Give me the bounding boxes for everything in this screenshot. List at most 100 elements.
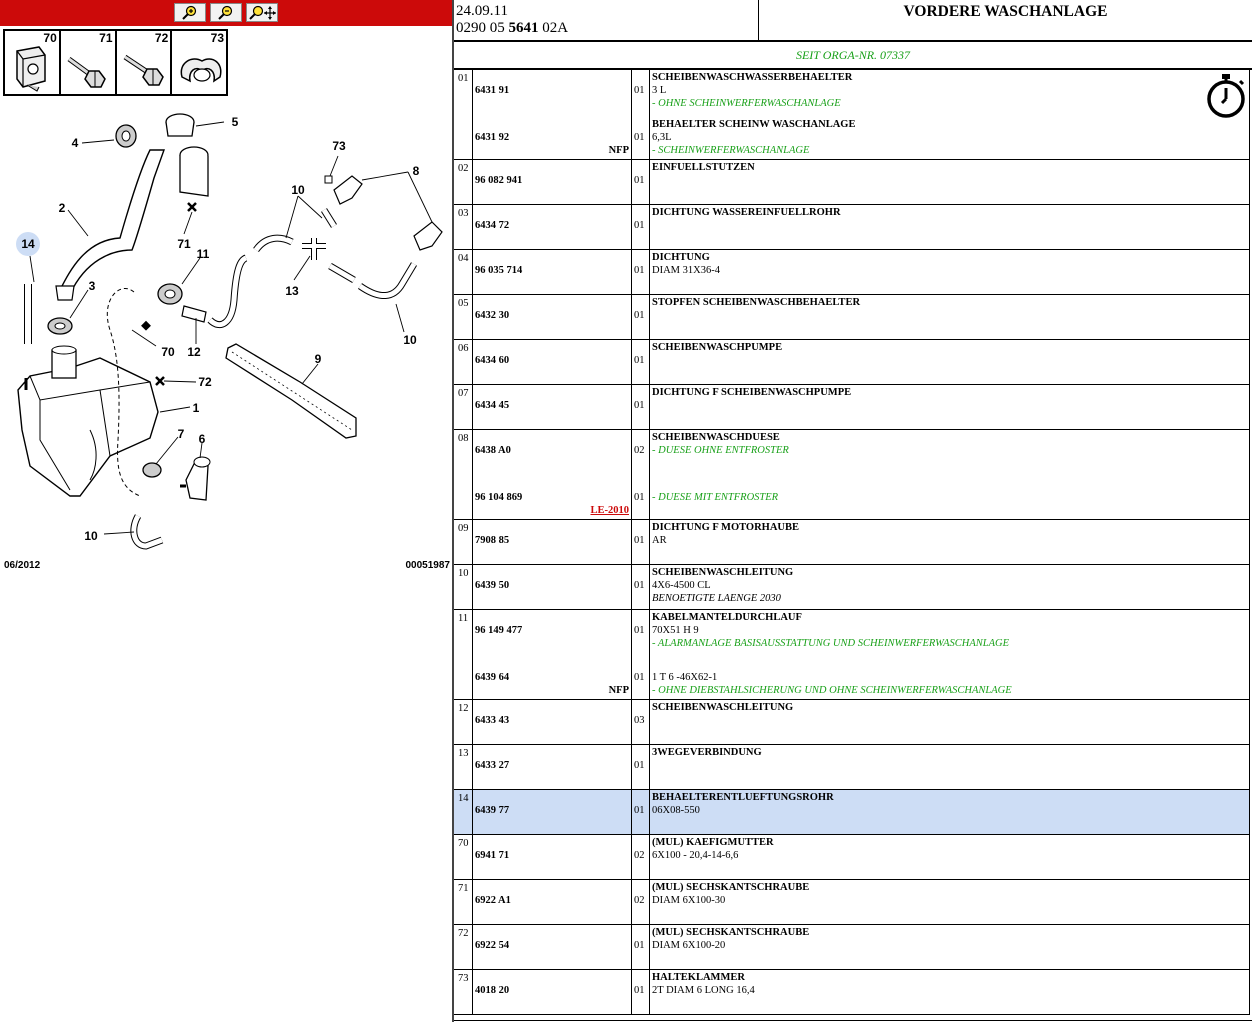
quantity: 02	[634, 445, 645, 456]
zoom-pan-button[interactable]	[246, 3, 278, 22]
description-cell: (MUL) SECHSKANTSCHRAUBE DIAM 6X100-30	[650, 880, 1249, 924]
callout-73[interactable]: 73	[332, 139, 346, 153]
callout-12[interactable]: 12	[187, 345, 201, 359]
part-row[interactable]: 06 6434 60 01 SCHEIBENWASCHPUMPE	[454, 340, 1250, 385]
accessory-71[interactable]: 71	[61, 31, 117, 94]
qty-cell: 01	[632, 205, 650, 249]
part-number-link[interactable]: 96 082 941	[475, 175, 522, 186]
part-number-link[interactable]: 6433 27	[475, 760, 509, 771]
part-number-link[interactable]: 6431 92	[475, 132, 509, 143]
callout-2[interactable]: 2	[59, 201, 66, 215]
part-number-link[interactable]: 6434 45	[475, 400, 509, 411]
nfp-tag: NFP	[608, 145, 629, 156]
callout-4[interactable]: 4	[72, 136, 79, 150]
accessory-72[interactable]: 72	[117, 31, 173, 94]
qty-cell: 01	[632, 565, 650, 609]
part-row[interactable]: 09 7908 85 01 DICHTUNG F MOTORHAUBE AR	[454, 520, 1250, 565]
part-number-link[interactable]: 4018 20	[475, 985, 509, 996]
part-number-link[interactable]: 6433 43	[475, 715, 509, 726]
callout-14[interactable]: 14	[21, 237, 35, 251]
callout-71[interactable]: 71	[177, 237, 191, 251]
callout-10[interactable]: 10	[84, 529, 98, 543]
callout-3[interactable]: 3	[89, 279, 96, 293]
callout-6[interactable]: 6	[199, 432, 206, 446]
part-ref-cell: 6922 A1	[473, 880, 632, 924]
part-number-link[interactable]: 6431 91	[475, 85, 509, 96]
part-row[interactable]: 10 6439 50 01 SCHEIBENWASCHLEITUNG 4X6-4500 …	[454, 565, 1250, 610]
part-row[interactable]: 03 6434 72 01 DICHTUNG WASSEREINFUELLROHR	[454, 205, 1250, 250]
part-number-link[interactable]: 6439 77	[475, 805, 509, 816]
part-row[interactable]: 11 96 149 477 6439 64 NFP 01 01 KABELMANTELDUR…	[454, 610, 1250, 700]
row-index-cell: 07	[454, 385, 473, 429]
callout-13[interactable]: 13	[285, 284, 299, 298]
part-detail: 3 L	[652, 85, 667, 96]
part-row[interactable]: 07 6434 45 01 DICHTUNG F SCHEIBENWASCHPUMPE	[454, 385, 1250, 430]
part-row[interactable]: 71 6922 A1 02 (MUL) SECHSKANTSCHRAUBE DIAM 6…	[454, 880, 1250, 925]
row-index-cell: 73	[454, 970, 473, 1014]
part-number-link[interactable]: 96 149 477	[475, 625, 522, 636]
callout-1[interactable]: 1	[193, 401, 200, 415]
accessory-73[interactable]: 73	[172, 31, 226, 94]
part-detail: 2T DIAM 6 LONG 16,4	[652, 985, 755, 996]
part-number-link[interactable]: 6434 72	[475, 220, 509, 231]
description-cell: DICHTUNG DIAM 31X36-4	[650, 250, 1249, 294]
stopwatch-icon[interactable]	[1204, 72, 1248, 120]
part-number-link[interactable]: 6438 A0	[475, 445, 511, 456]
part-number-link[interactable]: 96 104 869	[475, 492, 522, 503]
part-row[interactable]: 02 96 082 941 01 EINFUELLSTUTZEN	[454, 160, 1250, 205]
part-number-link[interactable]: 6439 64	[475, 672, 509, 683]
zoom-in-button[interactable]	[174, 3, 206, 22]
part-row[interactable]: 04 96 035 714 01 DICHTUNG DIAM 31X36-4	[454, 250, 1250, 295]
date-limit-link[interactable]: LE-2010	[590, 505, 629, 516]
callout-9[interactable]: 9	[315, 352, 322, 366]
part-detail: BENOETIGTE LAENGE 2030	[652, 593, 781, 604]
description-cell: SCHEIBENWASCHPUMPE	[650, 340, 1249, 384]
callout-11[interactable]: 11	[197, 247, 210, 261]
qty-cell: 01	[632, 745, 650, 789]
accessory-70[interactable]: 70	[5, 31, 61, 94]
callout-7[interactable]: 7	[178, 427, 185, 441]
part-number-link[interactable]: 6941 71	[475, 850, 509, 861]
callout-10[interactable]: 10	[291, 183, 305, 197]
callout-5[interactable]: 5	[232, 115, 239, 129]
qty-cell: 01	[632, 160, 650, 204]
part-row[interactable]: 13 6433 27 01 3WEGEVERBINDUNG	[454, 745, 1250, 790]
callout-70[interactable]: 70	[161, 345, 175, 359]
description-cell: KABELMANTELDURCHLAUF 70X51 H 9 - ALARMANLA…	[650, 610, 1249, 699]
description-cell: (MUL) SECHSKANTSCHRAUBE DIAM 6X100-20	[650, 925, 1249, 969]
part-row[interactable]: 14 6439 77 01 BEHAELTERENTLUEFTUNGSROHR 06X0…	[454, 790, 1250, 835]
part-ref-cell: 6432 30	[473, 295, 632, 339]
description-cell: (MUL) KAEFIGMUTTER 6X100 - 20,4-14-6,6	[650, 835, 1249, 879]
part-row[interactable]: 05 6432 30 01 STOPFEN SCHEIBENWASCHBEHAELTE…	[454, 295, 1250, 340]
part-title: (MUL) KAEFIGMUTTER	[652, 837, 774, 848]
part-title: BEHAELTERENTLUEFTUNGSROHR	[652, 792, 834, 803]
part-title: DICHTUNG F SCHEIBENWASCHPUMPE	[652, 387, 852, 398]
part-number-link[interactable]: 7908 85	[475, 535, 509, 546]
callout-72[interactable]: 72	[198, 375, 212, 389]
qty-cell: 02	[632, 835, 650, 879]
part-title: SCHEIBENWASCHDUESE	[652, 432, 780, 443]
qty-cell: 01	[632, 295, 650, 339]
part-row[interactable]: 12 6433 43 03 SCHEIBENWASCHLEITUNG	[454, 700, 1250, 745]
part-number-link[interactable]: 6434 60	[475, 355, 509, 366]
part-row[interactable]: 70 6941 71 02 (MUL) KAEFIGMUTTER 6X100 - 20,…	[454, 835, 1250, 880]
part-row[interactable]: 01 6431 91 6431 92 NFP 01 01 SCHEIBENWASCHWASS…	[454, 70, 1250, 160]
part-number-link[interactable]: 96 035 714	[475, 265, 522, 276]
callout-10[interactable]: 10	[403, 333, 417, 347]
zoom-in-icon	[182, 5, 197, 20]
part-number-link[interactable]: 6922 54	[475, 940, 509, 951]
description-cell: DICHTUNG WASSEREINFUELLROHR	[650, 205, 1249, 249]
part-number-link[interactable]: 6432 30	[475, 310, 509, 321]
part-row[interactable]: 72 6922 54 01 (MUL) SECHSKANTSCHRAUBE DIAM 6…	[454, 925, 1250, 970]
applicability-note: - OHNE DIEBSTAHLSICHERUNG UND OHNE SCHEI…	[652, 685, 1012, 696]
zoom-out-button[interactable]	[210, 3, 242, 22]
part-title: (MUL) SECHSKANTSCHRAUBE	[652, 882, 810, 893]
part-row[interactable]: 73 4018 20 01 HALTEKLAMMER 2T DIAM 6 LONG 16…	[454, 970, 1250, 1015]
callout-8[interactable]: 8	[413, 164, 420, 178]
part-number-link[interactable]: 6439 50	[475, 580, 509, 591]
part-ref-cell: 6433 27	[473, 745, 632, 789]
row-index-cell: 11	[454, 610, 473, 699]
part-row[interactable]: 08 6438 A0 96 104 869 LE-2010 02 01 SCHEIBENWA…	[454, 430, 1250, 520]
part-ref-cell: 6434 45	[473, 385, 632, 429]
part-number-link[interactable]: 6922 A1	[475, 895, 511, 906]
